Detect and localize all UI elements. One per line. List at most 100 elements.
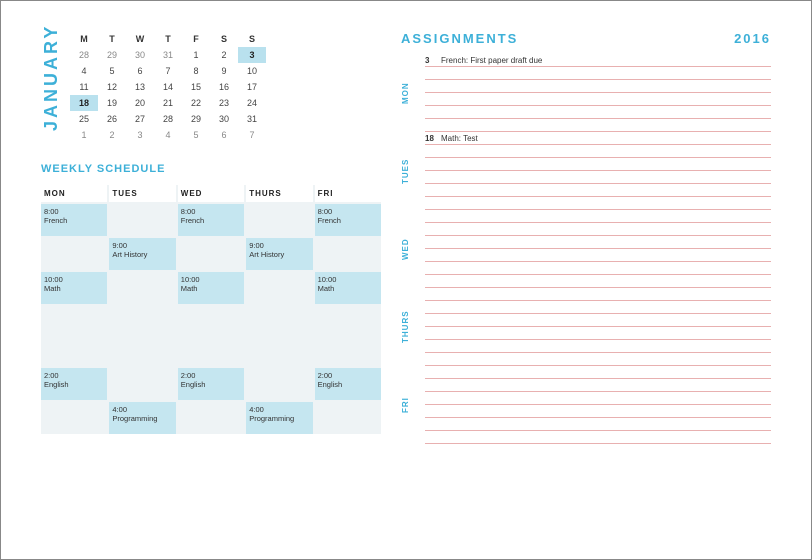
assignment-day-block: MON 3French: First paper draft due — [401, 54, 771, 132]
assignment-day-label: WED — [401, 210, 419, 288]
calendar-day: 31 — [238, 111, 266, 127]
schedule-cell — [246, 204, 312, 236]
calendar-day: 29 — [182, 111, 210, 127]
calendar-day: 14 — [154, 79, 182, 95]
schedule-cell — [109, 368, 175, 400]
calendar-dow: T — [154, 31, 182, 47]
calendar-dow: S — [210, 31, 238, 47]
schedule-cell — [41, 402, 107, 434]
assignment-day-label: TUES — [401, 132, 419, 210]
weekly-schedule-grid: MONTUESWEDTHURSFRI8:00French8:00French8:… — [41, 185, 381, 434]
assignment-line: 18Math: Test — [425, 132, 771, 145]
schedule-cell — [315, 238, 381, 270]
assignment-line — [425, 379, 771, 392]
calendar-day: 30 — [126, 47, 154, 63]
assignment-line — [425, 262, 771, 275]
schedule-header: TUES — [109, 185, 175, 202]
assignment-lines — [419, 366, 771, 444]
assignment-line — [425, 275, 771, 288]
calendar-day: 21 — [154, 95, 182, 111]
calendar-day: 31 — [154, 47, 182, 63]
assignment-line — [425, 210, 771, 223]
left-column: JANUARY MTWTFSS 282930311234567891011121… — [41, 31, 381, 444]
calendar-day: 6 — [210, 127, 238, 143]
calendar-day: 7 — [154, 63, 182, 79]
calendar-day: 2 — [98, 127, 126, 143]
calendar-day: 28 — [70, 47, 98, 63]
assignment-day-label: FRI — [401, 366, 419, 444]
schedule-cell — [178, 306, 244, 366]
assignment-line — [425, 418, 771, 431]
calendar-day: 25 — [70, 111, 98, 127]
calendar-day: 3 — [126, 127, 154, 143]
right-column: ASSIGNMENTS 2016 MON 3French: First paper… — [401, 31, 771, 444]
calendar-day: 5 — [182, 127, 210, 143]
calendar-day: 12 — [98, 79, 126, 95]
assignment-line — [425, 340, 771, 353]
assignment-line: 3French: First paper draft due — [425, 54, 771, 67]
assignment-line — [425, 197, 771, 210]
assignment-line — [425, 366, 771, 379]
schedule-cell: 9:00Art History — [109, 238, 175, 270]
assignment-lines — [419, 288, 771, 366]
assignment-line — [425, 93, 771, 106]
calendar-day: 9 — [210, 63, 238, 79]
schedule-cell — [109, 272, 175, 304]
schedule-cell — [315, 306, 381, 366]
calendar-day: 16 — [210, 79, 238, 95]
schedule-cell — [41, 306, 107, 366]
calendar-day: 17 — [238, 79, 266, 95]
calendar-dow: T — [98, 31, 126, 47]
calendar-day: 18 — [70, 95, 98, 111]
schedule-cell: 10:00Math — [41, 272, 107, 304]
assignment-date: 18 — [425, 134, 441, 143]
assignment-line — [425, 288, 771, 301]
schedule-cell — [109, 204, 175, 236]
schedule-header: WED — [178, 185, 244, 202]
assignment-date: 3 — [425, 56, 441, 65]
assignment-line — [425, 314, 771, 327]
assignment-lines: 18Math: Test — [419, 132, 771, 210]
schedule-cell: 8:00French — [41, 204, 107, 236]
assignment-line — [425, 236, 771, 249]
schedule-header: FRI — [315, 185, 381, 202]
assignment-text: Math: Test — [441, 134, 478, 143]
assignment-line — [425, 223, 771, 236]
assignment-line — [425, 405, 771, 418]
schedule-cell — [246, 306, 312, 366]
assignment-day-label: THURS — [401, 288, 419, 366]
calendar-day: 4 — [154, 127, 182, 143]
schedule-cell — [178, 402, 244, 434]
assignment-line — [425, 353, 771, 366]
assignment-line — [425, 301, 771, 314]
calendar-day: 1 — [182, 47, 210, 63]
assignment-text: French: First paper draft due — [441, 56, 542, 65]
schedule-cell: 4:00Programming — [109, 402, 175, 434]
calendar-day: 29 — [98, 47, 126, 63]
schedule-cell: 10:00Math — [315, 272, 381, 304]
assignments-body: MON3French: First paper draft dueTUES18M… — [401, 54, 771, 444]
schedule-cell: 2:00English — [41, 368, 107, 400]
assignment-line — [425, 431, 771, 444]
calendar-day: 3 — [238, 47, 266, 63]
weekly-schedule-title: WEEKLY SCHEDULE — [41, 163, 381, 175]
assignments-header: ASSIGNMENTS 2016 — [401, 31, 771, 46]
schedule-cell — [178, 238, 244, 270]
schedule-header: MON — [41, 185, 107, 202]
assignment-day-label: MON — [401, 54, 419, 132]
calendar-day: 4 — [70, 63, 98, 79]
calendar-day: 27 — [126, 111, 154, 127]
calendar-day: 13 — [126, 79, 154, 95]
calendar-dow: M — [70, 31, 98, 47]
assignment-day-block: WED — [401, 210, 771, 288]
mini-calendar: MTWTFSS 28293031123456789101112131415161… — [70, 31, 266, 143]
schedule-cell — [246, 272, 312, 304]
calendar-day: 19 — [98, 95, 126, 111]
calendar-day: 26 — [98, 111, 126, 127]
assignment-line — [425, 119, 771, 132]
schedule-cell: 2:00English — [315, 368, 381, 400]
calendar-day: 10 — [238, 63, 266, 79]
calendar-dow: W — [126, 31, 154, 47]
schedule-cell: 2:00English — [178, 368, 244, 400]
calendar-day: 5 — [98, 63, 126, 79]
